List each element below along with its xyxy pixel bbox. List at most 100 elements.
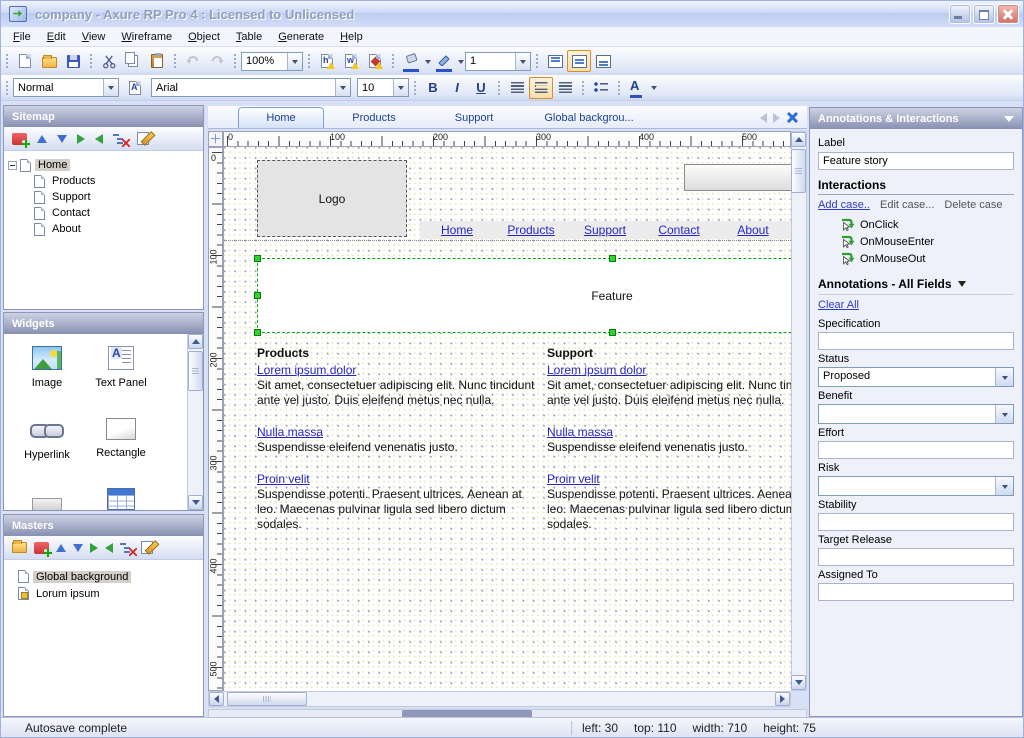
canvas-vertical-scrollbar[interactable] bbox=[791, 131, 807, 691]
line-color-dropdown-icon[interactable] bbox=[456, 52, 465, 70]
clear-all-link[interactable]: Clear All bbox=[818, 299, 859, 311]
font-combobox[interactable]: Arial bbox=[151, 78, 351, 97]
menu-help[interactable]: Help bbox=[332, 29, 371, 45]
copy-button[interactable] bbox=[121, 50, 145, 72]
wireframe-canvas[interactable]: Logo Home Products Support Contact About… bbox=[223, 147, 791, 691]
all-fields-heading[interactable]: Annotations - All Fields bbox=[818, 277, 1014, 295]
tab-support[interactable]: Support bbox=[424, 108, 524, 128]
cut-button[interactable] bbox=[97, 50, 121, 72]
scrollbar-thumb[interactable] bbox=[227, 692, 307, 706]
valign-bottom-button[interactable] bbox=[591, 50, 615, 72]
nav-link-about[interactable]: About bbox=[716, 221, 790, 239]
indent-icon[interactable] bbox=[77, 134, 85, 144]
nav-link-contact[interactable]: Contact bbox=[642, 221, 716, 239]
products-column[interactable]: Products Lorem ipsum dolor Sit amet, con… bbox=[257, 346, 543, 549]
canvas-link[interactable]: Lorem ipsum dolor bbox=[257, 363, 543, 378]
event-onmouseout[interactable]: OnMouseOut bbox=[840, 251, 1014, 267]
edit-case-link[interactable]: Edit case... bbox=[880, 199, 934, 211]
sitemap-node-support[interactable]: Support bbox=[8, 189, 199, 205]
master-item-lorum-ipsum[interactable]: Lorum ipsum bbox=[18, 585, 199, 602]
scroll-up-icon[interactable] bbox=[791, 132, 806, 147]
feature-rectangle[interactable]: Feature bbox=[257, 258, 791, 333]
selection-handle[interactable] bbox=[609, 255, 616, 262]
align-left-button[interactable] bbox=[505, 77, 529, 99]
logo-placeholder[interactable]: Logo bbox=[257, 160, 407, 237]
italic-button[interactable]: I bbox=[445, 77, 469, 99]
scrollbar-thumb[interactable] bbox=[188, 351, 203, 391]
delete-page-icon[interactable] bbox=[113, 133, 127, 145]
bold-button[interactable]: B bbox=[421, 77, 445, 99]
assigned-to-input[interactable] bbox=[818, 583, 1014, 601]
menu-file[interactable]: File bbox=[5, 29, 39, 45]
open-folder-icon[interactable] bbox=[12, 542, 27, 553]
move-up-icon[interactable] bbox=[56, 544, 66, 552]
valign-middle-button[interactable] bbox=[567, 50, 591, 72]
align-center-button[interactable] bbox=[529, 77, 553, 99]
open-button[interactable] bbox=[37, 50, 61, 72]
sitemap-node-products[interactable]: Products bbox=[8, 173, 199, 189]
stability-input[interactable] bbox=[818, 513, 1014, 531]
close-button[interactable] bbox=[997, 4, 1019, 24]
outdent-icon[interactable] bbox=[105, 543, 113, 553]
dropdown-icon[interactable] bbox=[995, 477, 1013, 495]
canvas-horizontal-scrollbar[interactable] bbox=[208, 691, 791, 707]
line-weight-combobox[interactable]: 1 bbox=[465, 52, 531, 71]
search-field-placeholder[interactable] bbox=[684, 164, 791, 191]
align-right-button[interactable] bbox=[553, 77, 577, 99]
canvas-link[interactable]: Nulla massa bbox=[257, 425, 543, 440]
fill-color-dropdown-icon[interactable] bbox=[423, 52, 432, 70]
sitemap-node-about[interactable]: About bbox=[8, 221, 199, 237]
style-combobox[interactable]: Normal bbox=[13, 78, 119, 97]
dropdown-icon[interactable] bbox=[995, 405, 1013, 423]
risk-select[interactable] bbox=[818, 476, 1014, 496]
widget-button[interactable] bbox=[12, 492, 82, 510]
generate-prototype-button[interactable] bbox=[363, 50, 387, 72]
widgets-scrollbar[interactable] bbox=[187, 334, 203, 510]
tab-close-icon[interactable] bbox=[786, 111, 799, 124]
edit-page-icon[interactable] bbox=[137, 132, 149, 145]
dropdown-icon[interactable] bbox=[995, 368, 1013, 386]
add-page-icon[interactable] bbox=[12, 133, 27, 145]
widget-image[interactable]: Image bbox=[12, 346, 82, 389]
font-color-button[interactable]: A bbox=[625, 77, 649, 99]
collapse-icon[interactable] bbox=[8, 161, 17, 170]
scroll-down-icon[interactable] bbox=[188, 495, 203, 510]
new-button[interactable] bbox=[13, 50, 37, 72]
font-color-dropdown-icon[interactable] bbox=[649, 79, 658, 97]
event-onclick[interactable]: OnClick bbox=[840, 217, 1014, 233]
paste-button[interactable] bbox=[145, 50, 169, 72]
benefit-select[interactable] bbox=[818, 404, 1014, 424]
minimize-button[interactable] bbox=[949, 4, 971, 24]
widget-text-panel[interactable]: Text Panel bbox=[86, 346, 156, 389]
support-column[interactable]: Support Lorem ipsum dolor Sit amet, cons… bbox=[547, 346, 791, 549]
menu-table[interactable]: Table bbox=[228, 29, 270, 45]
menu-generate[interactable]: Generate bbox=[270, 29, 332, 45]
widget-rectangle[interactable]: Rectangle bbox=[86, 418, 156, 459]
tab-scroll-left-icon[interactable] bbox=[760, 113, 767, 123]
canvas-link[interactable]: Proin velit bbox=[257, 472, 543, 487]
edit-master-icon[interactable] bbox=[141, 541, 153, 554]
canvas-link[interactable]: Lorem ipsum dolor bbox=[547, 363, 791, 378]
generate-word-button[interactable]: w bbox=[339, 50, 363, 72]
canvas-link[interactable]: Nulla massa bbox=[547, 425, 791, 440]
status-select[interactable]: Proposed bbox=[818, 367, 1014, 387]
font-size-dropdown-icon[interactable] bbox=[393, 79, 408, 96]
tab-scroll-right-icon[interactable] bbox=[773, 113, 780, 123]
font-dropdown-icon[interactable] bbox=[335, 79, 350, 96]
selection-handle[interactable] bbox=[609, 329, 616, 336]
effort-input[interactable] bbox=[818, 441, 1014, 459]
line-weight-dropdown-icon[interactable] bbox=[515, 53, 530, 70]
widget-hyperlink[interactable]: Hyperlink bbox=[12, 418, 82, 461]
move-up-icon[interactable] bbox=[37, 135, 47, 143]
tab-global-background[interactable]: Global backgrou... bbox=[524, 108, 654, 128]
target-release-input[interactable] bbox=[818, 548, 1014, 566]
selection-handle[interactable] bbox=[254, 292, 261, 299]
scroll-right-icon[interactable] bbox=[775, 692, 790, 706]
generate-html-button[interactable]: h bbox=[315, 50, 339, 72]
style-editor-button[interactable]: A bbox=[123, 77, 147, 99]
nav-link-home[interactable]: Home bbox=[420, 221, 494, 239]
sitemap-node-contact[interactable]: Contact bbox=[8, 205, 199, 221]
font-size-combobox[interactable]: 10 bbox=[357, 78, 409, 97]
selection-handle[interactable] bbox=[254, 329, 261, 336]
sitemap-node-home[interactable]: Home bbox=[8, 157, 199, 173]
